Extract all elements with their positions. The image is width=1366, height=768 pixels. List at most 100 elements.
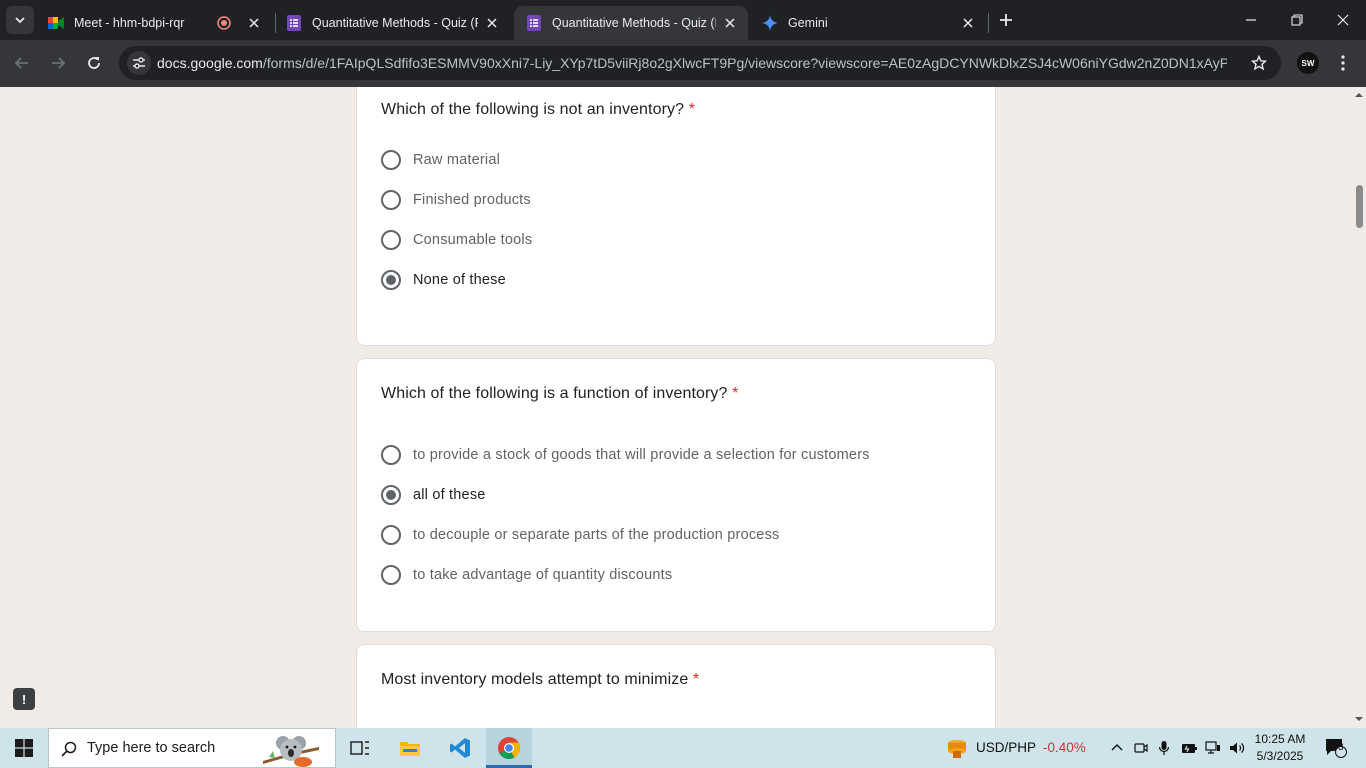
radio-button[interactable]: [381, 230, 401, 250]
option-label: to take advantage of quantity discounts: [413, 567, 673, 583]
bookmark-star-button[interactable]: [1249, 53, 1269, 73]
windows-logo-icon: [15, 739, 33, 757]
forward-button[interactable]: [43, 48, 73, 78]
tab-gemini[interactable]: Gemini: [750, 6, 986, 40]
folder-icon: [400, 742, 420, 756]
vscode-button[interactable]: [436, 728, 484, 768]
minimize-icon: [1246, 19, 1256, 21]
option-label: None of these: [413, 272, 506, 288]
radio-button[interactable]: [381, 565, 401, 585]
tab-search-button[interactable]: [6, 6, 34, 34]
vscode-icon: [450, 738, 470, 758]
network-button[interactable]: [1202, 728, 1224, 768]
required-asterisk: *: [692, 671, 700, 688]
radio-button-checked[interactable]: [381, 270, 401, 290]
question-title: Which of the following is a function of …: [381, 385, 738, 403]
close-tab-icon[interactable]: [484, 15, 500, 31]
recording-icon: [216, 15, 232, 31]
option-label: Raw material: [413, 152, 501, 168]
radio-option-selected[interactable]: all of these: [381, 483, 486, 507]
address-bar[interactable]: docs.google.com/forms/d/e/1FAIpQLSdfifo3…: [119, 46, 1281, 80]
plus-icon: [1000, 14, 1012, 26]
reload-button[interactable]: [79, 48, 109, 78]
option-label: Consumable tools: [413, 232, 533, 248]
close-window-button[interactable]: [1320, 0, 1366, 40]
tab-quiz-active[interactable]: Quantitative Methods - Quiz (F: [514, 6, 748, 40]
feedback-icon: !: [21, 691, 27, 707]
scroll-up-icon[interactable]: [1355, 91, 1363, 99]
chevron-up-icon: [1111, 744, 1123, 751]
arrow-left-icon: [14, 57, 28, 69]
radio-option[interactable]: to provide a stock of goods that will pr…: [381, 443, 870, 467]
chevron-down-icon: [15, 17, 25, 24]
option-label: all of these: [413, 487, 486, 503]
back-button[interactable]: [7, 48, 37, 78]
radio-option-selected[interactable]: None of these: [381, 268, 506, 292]
new-tab-button[interactable]: [994, 8, 1018, 32]
windows-taskbar: Type here to search USD/PHP -0.40% 10:25…: [0, 728, 1366, 768]
close-tab-icon[interactable]: [722, 15, 738, 31]
radio-option[interactable]: to decouple or separate parts of the pro…: [381, 523, 779, 547]
tab-meet[interactable]: Meet - hhm-bdpi-rqr: [36, 6, 272, 40]
browser-menu-button[interactable]: [1328, 48, 1358, 78]
reload-icon: [88, 57, 100, 69]
radio-button[interactable]: [381, 190, 401, 210]
speaker-icon: [1230, 742, 1245, 754]
currency-pair[interactable]: USD/PHP: [976, 740, 1036, 755]
minimize-button[interactable]: [1228, 0, 1274, 40]
tab-quiz-1[interactable]: Quantitative Methods - Quiz (F: [274, 6, 510, 40]
currency-change[interactable]: -0.40%: [1043, 740, 1086, 755]
radio-button[interactable]: [381, 445, 401, 465]
currency-widget-icon[interactable]: [942, 728, 972, 768]
radio-option[interactable]: Finished products: [381, 188, 531, 212]
file-explorer-button[interactable]: [386, 728, 434, 768]
taskbar-clock[interactable]: 10:25 AM 5/3/2025: [1252, 731, 1308, 765]
battery-plug-icon: [1182, 744, 1197, 753]
url-path: /forms/d/e/1FAIpQLSdfifo3ESMMV90xXni7-Li…: [262, 55, 1227, 71]
restore-button[interactable]: [1274, 0, 1320, 40]
google-forms-icon: [526, 15, 542, 31]
question-card: Which of the following is not an invento…: [356, 87, 996, 346]
meet-now-button[interactable]: [1130, 728, 1152, 768]
task-view-button[interactable]: [336, 728, 384, 768]
tab-title: Quantitative Methods - Quiz (F: [552, 16, 716, 30]
task-view-icon: [350, 741, 369, 755]
radio-button-checked[interactable]: [381, 485, 401, 505]
site-info-icon[interactable]: [127, 51, 151, 75]
question-title: Most inventory models attempt to minimiz…: [381, 671, 699, 689]
notification-center-button[interactable]: 3: [1316, 728, 1356, 768]
browser-toolbar: docs.google.com/forms/d/e/1FAIpQLSdfifo3…: [0, 40, 1366, 87]
option-label: Finished products: [413, 192, 531, 208]
question-text: Which of the following is not an invento…: [381, 101, 685, 118]
close-tab-icon[interactable]: [960, 15, 976, 31]
google-forms-icon: [286, 15, 302, 31]
battery-button[interactable]: [1178, 728, 1200, 768]
tab-title: Gemini: [788, 16, 828, 30]
start-button[interactable]: [0, 728, 48, 768]
volume-button[interactable]: [1226, 728, 1248, 768]
profile-avatar[interactable]: SW: [1297, 52, 1319, 74]
question-title: Which of the following is not an invento…: [381, 101, 695, 119]
report-feedback-button[interactable]: !: [13, 688, 35, 710]
show-hidden-icons-button[interactable]: [1106, 728, 1128, 768]
radio-option[interactable]: Raw material: [381, 148, 500, 172]
more-vertical-icon: [1341, 55, 1345, 71]
page-scrollbar[interactable]: [1352, 87, 1366, 728]
arrow-right-icon: [52, 57, 66, 69]
taskbar-search-box[interactable]: Type here to search: [48, 728, 336, 768]
url-host: docs.google.com: [157, 55, 263, 71]
radio-button[interactable]: [381, 525, 401, 545]
radio-button[interactable]: [381, 150, 401, 170]
close-tab-icon[interactable]: [246, 15, 262, 31]
microphone-icon: [1158, 741, 1170, 755]
search-placeholder: Type here to search: [87, 740, 216, 756]
chrome-button[interactable]: [486, 728, 532, 768]
radio-option[interactable]: to take advantage of quantity discounts: [381, 563, 672, 587]
scroll-down-icon[interactable]: [1355, 715, 1363, 723]
page-content: Which of the following is not an invento…: [0, 87, 1366, 728]
scrollbar-thumb[interactable]: [1356, 185, 1363, 228]
microphone-button[interactable]: [1154, 728, 1174, 768]
url-text[interactable]: docs.google.com/forms/d/e/1FAIpQLSdfifo3…: [157, 55, 1227, 71]
option-label: to provide a stock of goods that will pr…: [413, 447, 870, 463]
radio-option[interactable]: Consumable tools: [381, 228, 532, 252]
